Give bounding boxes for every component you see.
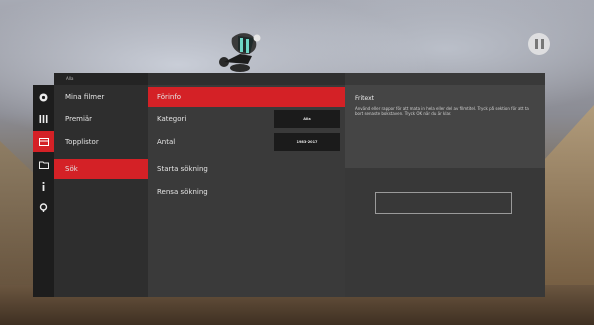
search-input[interactable] xyxy=(375,192,512,214)
antal-value: 1983-2017 xyxy=(274,133,340,151)
text-entry-area xyxy=(345,168,545,297)
motorcycle-rider-image xyxy=(219,33,261,72)
record-icon[interactable] xyxy=(33,87,54,108)
folder-icon[interactable] xyxy=(33,154,54,175)
menu-item-topplistor[interactable]: Topplistor xyxy=(54,132,148,152)
option-starta-sokning[interactable]: Starta sökning xyxy=(148,159,345,179)
menu-header: Alla xyxy=(54,73,148,85)
info-icon[interactable] xyxy=(33,176,54,197)
search-options: Förinfo Kategori Alla Antal 1983-2017 St… xyxy=(148,73,345,297)
menu-item-mina-filmer[interactable]: Mina filmer xyxy=(54,87,148,107)
option-rensa-sokning[interactable]: Rensa sökning xyxy=(148,182,345,202)
search-panel: Alla Mina filmer Premiär Topplistor Sök … xyxy=(33,73,545,297)
pause-icon xyxy=(534,39,538,49)
search-icon[interactable] xyxy=(33,197,54,218)
kategori-value: Alla xyxy=(274,110,340,128)
info-panel: Fritext Använd eller rappor för att mata… xyxy=(345,73,545,297)
menu-item-sok[interactable]: Sök xyxy=(54,159,148,179)
info-title: Fritext xyxy=(355,95,374,102)
icon-sidebar xyxy=(33,85,54,297)
card-icon[interactable] xyxy=(33,131,54,152)
info-text: Använd eller rappor för att mata in hela… xyxy=(355,106,529,117)
option-forinfo[interactable]: Förinfo xyxy=(148,87,345,107)
pause-button[interactable] xyxy=(528,33,550,55)
category-menu: Alla Mina filmer Premiär Topplistor Sök xyxy=(54,73,148,297)
menu-item-premiar[interactable]: Premiär xyxy=(54,109,148,129)
bars-icon[interactable] xyxy=(33,108,54,129)
